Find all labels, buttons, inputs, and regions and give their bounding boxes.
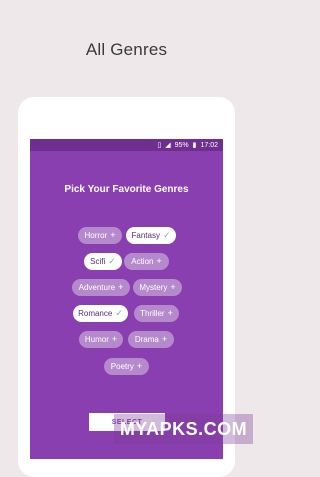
genre-chip-thriller[interactable]: Thriller +	[134, 305, 179, 322]
vibrate-icon: ▯	[157, 141, 162, 149]
genre-label: Scifi	[90, 257, 106, 266]
genre-chip-romance[interactable]: Romance ✓	[73, 305, 128, 322]
add-icon: +	[170, 282, 176, 292]
add-icon: +	[156, 256, 162, 266]
battery-icon: ▮	[192, 141, 197, 149]
genre-label: Thriller	[140, 309, 165, 318]
page-headline: All Genres	[85, 40, 168, 59]
check-icon: ✓	[115, 308, 123, 318]
add-icon: +	[111, 334, 118, 344]
screen-title: Pick Your Favorite Genres	[64, 184, 189, 195]
genre-chip-mystery[interactable]: Mystery +	[133, 279, 182, 296]
add-icon: +	[118, 282, 124, 292]
add-icon: +	[161, 334, 168, 344]
genre-chip-fantasy[interactable]: Fantasy ✓	[126, 227, 176, 244]
genre-label: Fantasy	[131, 231, 160, 240]
genre-label: Adventure	[78, 283, 116, 292]
genre-label: Horror	[84, 231, 108, 240]
check-icon: ✓	[108, 256, 116, 266]
genre-chip-scifi[interactable]: Scifi ✓	[84, 253, 122, 270]
genre-label: Drama	[134, 335, 159, 344]
genre-label: Romance	[78, 309, 113, 318]
genre-chip-poetry[interactable]: Poetry +	[104, 358, 149, 375]
app-screen: ▯ ◢ 95% ▮ 17:02 Pick Your Favorite Genre…	[30, 139, 223, 459]
clock: 17:02	[200, 141, 218, 149]
genre-chip-action[interactable]: Action +	[124, 253, 169, 270]
genre-label: Humor	[84, 335, 109, 344]
watermark: MYAPKS.COM	[114, 414, 253, 444]
genre-label: Poetry	[110, 362, 134, 371]
genre-label: Action	[131, 257, 154, 266]
genre-label: Mystery	[139, 283, 168, 292]
signal-icon: ◢	[165, 141, 171, 149]
status-bar: ▯ ◢ 95% ▮ 17:02	[30, 139, 223, 151]
genre-chip-adventure[interactable]: Adventure +	[72, 279, 130, 296]
genre-chip-horror[interactable]: Horror +	[78, 227, 122, 244]
add-icon: +	[110, 230, 116, 240]
battery-percent: 95%	[174, 141, 189, 149]
add-icon: +	[136, 361, 143, 371]
add-icon: +	[167, 308, 173, 318]
genre-chip-humor[interactable]: Humor +	[79, 331, 123, 348]
genre-chip-drama[interactable]: Drama +	[128, 331, 174, 348]
check-icon: ✓	[162, 230, 171, 240]
